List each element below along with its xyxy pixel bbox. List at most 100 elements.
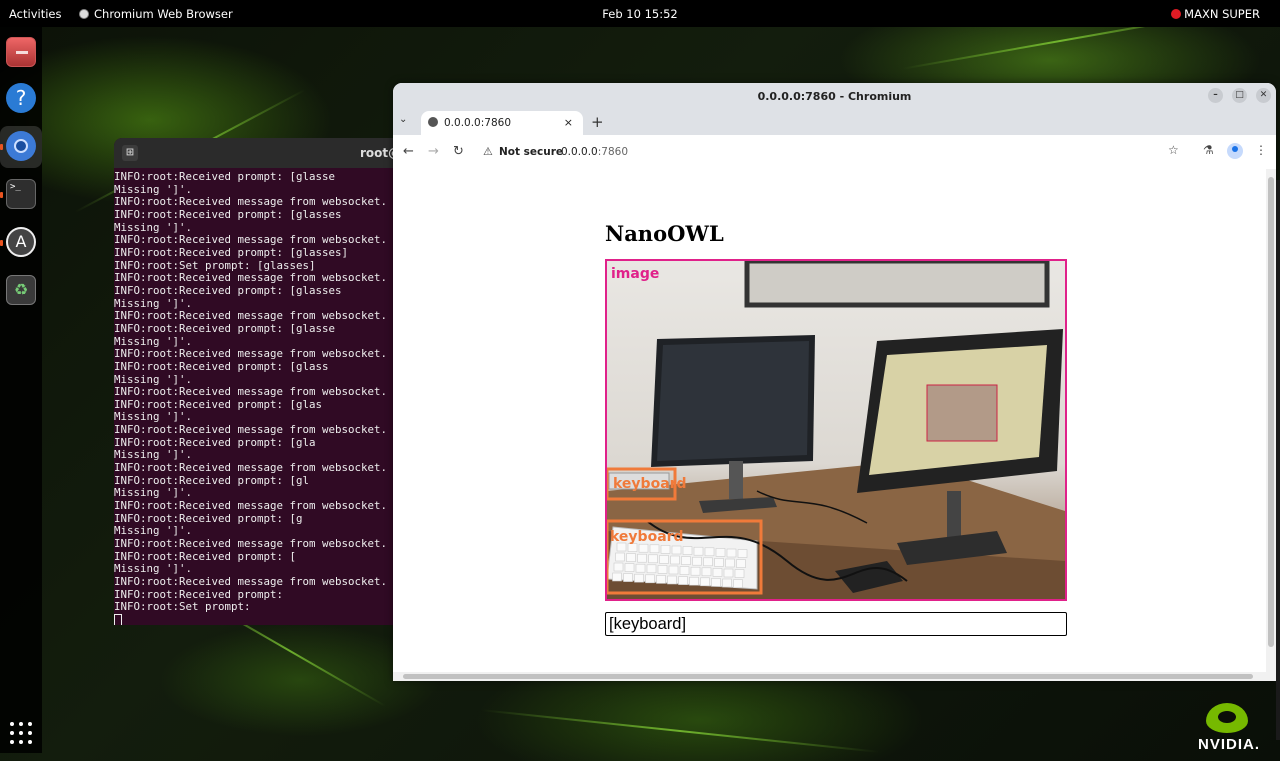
image-label: image — [611, 266, 660, 282]
terminal-line: INFO:root:Received message from websocke… — [114, 385, 388, 399]
nvidia-eye-icon — [1206, 703, 1248, 733]
help-icon[interactable]: ? — [6, 83, 36, 113]
tab-strip: ⌄ 0.0.0.0:7860 × + — [393, 109, 1276, 135]
app-menu-label: Chromium Web Browser — [94, 7, 233, 21]
activities-button[interactable]: Activities — [9, 7, 61, 21]
terminal-line: INFO:root:Received prompt: [glasses] — [114, 245, 349, 259]
terminal-line: INFO:root:Received prompt: [glasses — [114, 283, 342, 297]
software-icon[interactable]: A — [6, 227, 36, 257]
terminal-output[interactable]: INFO:root:Received prompt: [glasse Missi… — [114, 168, 400, 625]
terminal-line: Missing ']'. — [114, 334, 193, 348]
reload-icon[interactable]: ↻ — [453, 144, 464, 159]
power-mode-label: MAXN SUPER — [1184, 7, 1260, 21]
close-icon[interactable]: ✕ — [1256, 88, 1271, 103]
address-bar[interactable]: ⚠ Not secure 0.0.0.0:7860 — [475, 140, 1175, 164]
terminal-line: Missing ']'. — [114, 448, 193, 462]
bookmark-star-icon[interactable]: ☆ — [1168, 143, 1179, 157]
system-status[interactable]: MAXN SUPER — [1171, 7, 1260, 21]
page-content: NanoOWL image keyboard keyboard [keyboar… — [393, 169, 1266, 672]
profile-avatar-icon[interactable] — [1227, 143, 1243, 159]
terminal-line: Missing ']'. — [114, 410, 193, 424]
camera-feed: image keyboard keyboard — [605, 259, 1067, 601]
terminal-header: ⊞ root@ — [114, 138, 400, 168]
dock: ? >_ A ♻ — [0, 27, 42, 753]
terminal-line: INFO:root:Received message from websocke… — [114, 233, 388, 247]
terminal-line: INFO:root:Received prompt: — [114, 587, 284, 601]
terminal-window[interactable]: ⊞ root@ INFO:root:Received prompt: [glas… — [114, 138, 400, 625]
terminal-line: INFO:root:Received message from websocke… — [114, 423, 388, 437]
terminal-line: INFO:root:Received message from websocke… — [114, 309, 388, 323]
terminal-line: INFO:root:Received prompt: [glasse — [114, 321, 336, 335]
terminal-line: INFO:root:Received message from websocke… — [114, 537, 388, 551]
top-bar: Activities Chromium Web Browser Feb 10 1… — [0, 0, 1280, 27]
camera-image — [607, 261, 1065, 599]
running-indicator — [0, 192, 3, 198]
maximize-icon[interactable]: □ — [1232, 88, 1247, 103]
terminal-line: INFO:root:Received message from websocke… — [114, 347, 388, 361]
terminal-line: INFO:root:Set prompt: — [114, 600, 251, 614]
back-icon[interactable]: ← — [403, 144, 414, 159]
terminal-line: Missing ']'. — [114, 524, 193, 538]
tab-title: 0.0.0.0:7860 — [444, 117, 511, 129]
terminal-line: INFO:root:Received message from websocke… — [114, 271, 388, 285]
menu-kebab-icon[interactable]: ⋮ — [1255, 143, 1267, 157]
terminal-line: INFO:root:Set prompt: [glasses] — [114, 258, 316, 272]
detection-label: keyboard — [610, 529, 684, 545]
tab-active[interactable]: 0.0.0.0:7860 × — [421, 111, 583, 135]
terminal-line: INFO:root:Received message from websocke… — [114, 499, 388, 513]
new-tab-button[interactable]: + — [591, 113, 604, 131]
app-menu[interactable]: Chromium Web Browser — [79, 7, 233, 21]
terminal-line: INFO:root:Received prompt: [g — [114, 511, 303, 525]
running-indicator — [0, 144, 3, 150]
terminal-line: INFO:root:Received prompt: [ — [114, 549, 297, 563]
warning-icon: ⚠ — [483, 145, 493, 158]
browser-toolbar: ← → ↻ ⚠ Not secure 0.0.0.0:7860 ☆ ⚗ ⋮ — [393, 135, 1276, 170]
terminal-line: Missing ']'. — [114, 372, 193, 386]
chromium-window: 0.0.0.0:7860 - Chromium – □ ✕ ⌄ 0.0.0.0:… — [393, 83, 1276, 681]
vertical-scrollbar[interactable] — [1266, 169, 1276, 672]
url-host: 0.0.0.0 — [561, 146, 598, 158]
terminal-line: Missing ']'. — [114, 220, 193, 234]
new-tab-icon[interactable]: ⊞ — [122, 145, 138, 161]
nvidia-wordmark: NVIDIA. — [1198, 736, 1261, 753]
trash-icon[interactable]: ♻ — [6, 275, 36, 305]
horizontal-scrollbar[interactable] — [393, 672, 1276, 681]
nvidia-logo: NVIDIA. — [1198, 703, 1264, 753]
url-text[interactable]: 0.0.0.0:7860 — [561, 146, 628, 158]
page-title: NanoOWL — [605, 221, 724, 246]
minimize-icon[interactable]: – — [1208, 88, 1223, 103]
terminal-line: Missing ']'. — [114, 182, 193, 196]
prompt-input[interactable]: [keyboard] — [605, 612, 1067, 636]
terminal-cursor — [114, 613, 122, 625]
terminal-line: INFO:root:Received prompt: [glasses — [114, 207, 342, 221]
browser-titlebar[interactable]: 0.0.0.0:7860 - Chromium – □ ✕ — [393, 83, 1276, 109]
tab-close-icon[interactable]: × — [564, 116, 573, 129]
terminal-line: INFO:root:Received message from websocke… — [114, 461, 388, 475]
url-port: :7860 — [597, 146, 629, 158]
terminal-line: INFO:root:Received prompt: [gla — [114, 435, 316, 449]
running-indicator — [0, 240, 3, 246]
chromium-small-icon — [79, 9, 89, 19]
terminal-line: Missing ']'. — [114, 562, 193, 576]
terminal-line: Missing ']'. — [114, 486, 193, 500]
tab-search-icon[interactable]: ⌄ — [399, 114, 407, 125]
alert-icon — [1171, 9, 1182, 19]
labs-flask-icon[interactable]: ⚗ — [1203, 143, 1214, 157]
terminal-line: INFO:root:Received message from websocke… — [114, 575, 388, 588]
detection-label: keyboard — [613, 476, 687, 492]
terminal-line: INFO:root:Received prompt: [glasse — [114, 170, 336, 183]
show-apps-icon[interactable] — [10, 722, 32, 744]
forward-icon[interactable]: → — [428, 144, 439, 159]
terminal-line: INFO:root:Received message from websocke… — [114, 195, 388, 209]
terminal-line: INFO:root:Received prompt: [glas — [114, 397, 323, 411]
files-icon[interactable] — [6, 37, 36, 67]
chromium-icon[interactable] — [6, 131, 36, 161]
terminal-line: Missing ']'. — [114, 296, 193, 310]
clock[interactable]: Feb 10 15:52 — [602, 7, 677, 21]
security-chip[interactable]: Not secure — [499, 146, 563, 158]
terminal-line: INFO:root:Received prompt: [gl — [114, 473, 310, 487]
background-window-edge — [1276, 180, 1280, 740]
terminal-line: INFO:root:Received prompt: [glass — [114, 359, 329, 373]
window-title: 0.0.0.0:7860 - Chromium — [757, 90, 912, 103]
terminal-icon[interactable]: >_ — [6, 179, 36, 209]
